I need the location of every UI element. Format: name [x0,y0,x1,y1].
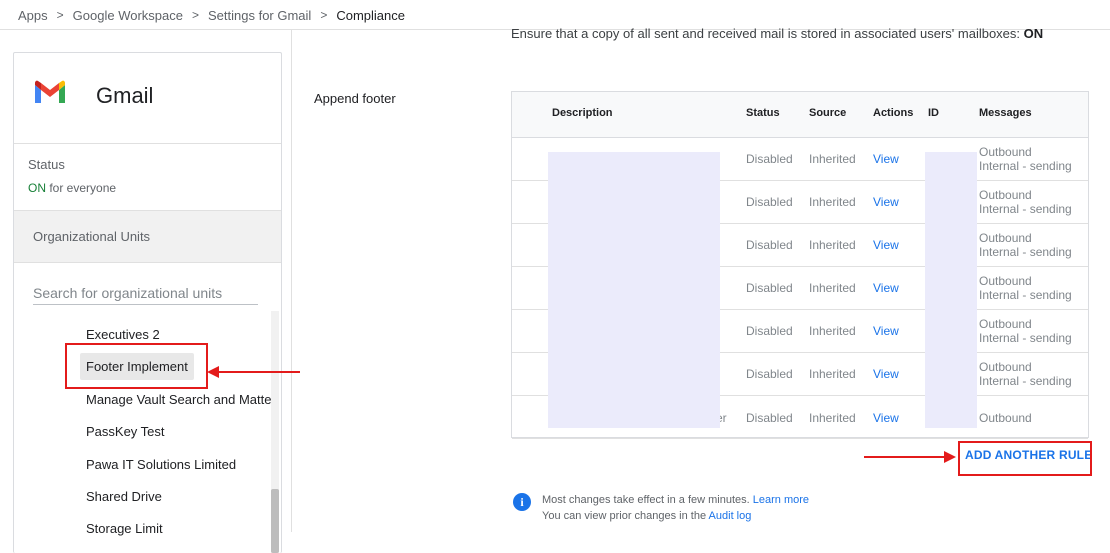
org-unit-executives-2[interactable]: Executives 2 [86,327,160,342]
org-unit-scrollbar-thumb[interactable] [271,489,279,553]
annotation-arrow-line [864,456,948,458]
breadcrumb-settings-for-gmail[interactable]: Settings for Gmail [208,8,311,23]
view-link[interactable]: View [873,238,899,252]
row-message-direction: Outbound [979,360,1032,374]
org-unit-search-input[interactable] [33,282,258,305]
redacted-descriptions [548,152,720,428]
info-line-2-text: You can view prior changes in the [542,510,707,522]
column-messages: Messages [979,107,1032,119]
learn-more-link[interactable]: Learn more [753,494,809,506]
annotation-highlight-footer-implement [65,343,208,389]
row-status: Disabled [746,238,793,252]
info-line-1-text: Most changes take effect in a few minute… [542,494,750,506]
arrow-right-icon [944,451,956,463]
status-scope: for everyone [49,181,117,195]
row-message-scope: Internal - sending [979,245,1072,259]
annotation-highlight-add-rule [958,441,1092,476]
arrow-left-icon [207,366,219,378]
gmail-logo-icon [35,80,65,103]
breadcrumb-compliance: Compliance [336,7,405,23]
view-link[interactable]: View [873,367,899,381]
setting-value: ON [1023,26,1044,41]
row-message-direction: Outbound [979,145,1032,159]
status-label: Status [28,157,65,172]
org-unit-storage-limit[interactable]: Storage Limit [86,521,163,536]
row-source: Inherited [809,281,856,295]
view-link[interactable]: View [873,152,899,166]
view-link[interactable]: View [873,324,899,338]
setting-description-text: Ensure that a copy of all sent and recei… [511,26,1021,41]
column-source: Source [809,107,847,119]
row-message-direction: Outbound [979,411,1032,425]
table-header: Description Status Source Actions ID Mes… [512,92,1088,138]
status-on: ON [28,181,46,195]
view-link[interactable]: View [873,411,899,425]
audit-log-link[interactable]: Audit log [709,510,752,522]
column-actions: Actions [873,107,914,119]
row-source: Inherited [809,324,856,338]
row-source: Inherited [809,195,856,209]
row-status: Disabled [746,281,793,295]
org-units-title: Organizational Units [33,229,151,244]
info-line-1: Most changes take effect in a few minute… [542,494,809,506]
setting-description: Ensure that a copy of all sent and recei… [511,26,1043,41]
info-line-2: You can view prior changes in the Audit … [542,510,751,522]
app-header: Gmail [14,53,281,144]
row-status: Disabled [746,411,793,425]
row-status: Disabled [746,195,793,209]
chevron-right-icon: > [320,8,328,22]
row-message-direction: Outbound [979,274,1032,288]
row-status: Disabled [746,152,793,166]
breadcrumb: Apps > Google Workspace > Settings for G… [18,6,405,24]
row-message-direction: Outbound [979,231,1032,245]
org-unit-manage-vault[interactable]: Manage Vault Search and Matter [86,392,276,407]
row-message-scope: Internal - sending [979,288,1072,302]
row-source: Inherited [809,411,856,425]
chevron-right-icon: > [56,8,64,22]
row-message-scope: Internal - sending [979,202,1072,216]
column-description: Description [552,107,613,119]
column-id: ID [928,107,939,119]
org-unit-pawa-it[interactable]: Pawa IT Solutions Limited [86,457,236,472]
append-footer-label: Append footer [314,91,396,106]
breadcrumb-google-workspace[interactable]: Google Workspace [73,8,183,23]
redacted-ids [925,152,977,428]
org-unit-shared-drive[interactable]: Shared Drive [86,489,162,504]
row-source: Inherited [809,152,856,166]
row-message-direction: Outbound [979,317,1032,331]
info-icon: i [513,493,531,511]
row-message-direction: Outbound [979,188,1032,202]
view-link[interactable]: View [873,195,899,209]
view-link[interactable]: View [873,281,899,295]
row-status: Disabled [746,367,793,381]
chevron-right-icon: > [191,8,199,22]
row-message-scope: Internal - sending [979,374,1072,388]
org-units-header: Organizational Units [14,211,281,263]
annotation-arrow-line [216,371,300,373]
row-source: Inherited [809,367,856,381]
append-footer-rules-table: Description Status Source Actions ID Mes… [511,91,1089,439]
status-value: ON for everyone [28,181,116,195]
breadcrumb-apps[interactable]: Apps [18,8,48,23]
row-message-scope: Internal - sending [979,331,1072,345]
panel-divider [291,30,292,532]
app-name: Gmail [96,83,154,108]
row-source: Inherited [809,238,856,252]
status-section: Status ON for everyone [14,144,281,211]
column-status: Status [746,107,780,119]
org-unit-panel: Gmail Status ON for everyone Organizatio… [13,52,282,553]
org-unit-passkey-test[interactable]: PassKey Test [86,424,165,439]
row-message-scope: Internal - sending [979,159,1072,173]
row-status: Disabled [746,324,793,338]
